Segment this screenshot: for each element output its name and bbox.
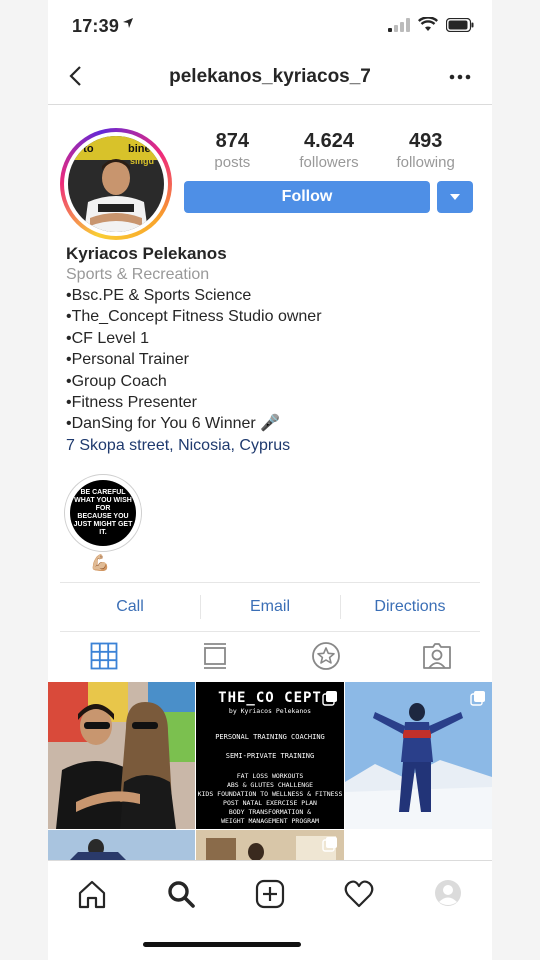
concept-line: BODY TRANSFORMATION & <box>228 808 312 816</box>
grid-icon <box>90 642 117 670</box>
profile-bio: Kyriacos Pelekanos Sports & Recreation •… <box>66 243 486 456</box>
multiple-photos-icon <box>322 691 337 706</box>
highlight-cover: BE CAREFUL WHAT YOU WISH FOR BECAUSE YOU… <box>70 480 136 546</box>
home-icon[interactable] <box>77 879 107 909</box>
story-highlight[interactable]: BE CAREFUL WHAT YOU WISH FOR BECAUSE YOU… <box>64 474 142 552</box>
bio-line: •DanSing for You 6 Winner 🎤 <box>66 415 281 433</box>
profile-tabs <box>48 630 492 682</box>
post-thumbnail[interactable] <box>48 682 195 829</box>
stat-value: 874 <box>215 130 250 152</box>
battery-icon <box>446 17 474 32</box>
wifi-icon <box>418 17 438 31</box>
profile-address-link[interactable]: 7 Skopa street, Nicosia, Cyprus <box>66 435 486 456</box>
tagged-icon <box>422 643 451 669</box>
avatar-text-2: bine <box>128 143 151 155</box>
caret-down-icon <box>450 194 460 200</box>
stat-label: posts <box>214 154 251 171</box>
bio-line: •Group Coach <box>66 372 167 390</box>
post-grid: THE_CO CEPT by Kyriacos Pelekanos PERSON… <box>48 682 492 862</box>
directions-button[interactable]: Directions <box>340 583 480 631</box>
highlight-text-line: BE CAREFUL <box>80 489 126 496</box>
email-button[interactable]: Email <box>200 583 340 631</box>
tab-grid[interactable] <box>48 630 159 682</box>
multiple-photos-icon <box>470 691 485 706</box>
stat-value: 4.624 <box>303 130 355 152</box>
bio-line: •The_Concept Fitness Studio owner <box>66 308 322 326</box>
profile-avatar-icon[interactable] <box>434 879 462 907</box>
location-arrow-icon <box>123 18 133 28</box>
search-icon[interactable] <box>166 879 196 909</box>
concept-line: PERSONAL TRAINING COACHING <box>215 733 325 741</box>
highlight-text-line: JUST MIGHT GET IT. <box>73 521 133 536</box>
stat-value: 493 <box>408 130 443 152</box>
new-post-icon[interactable] <box>255 879 285 909</box>
couple-photo <box>48 682 195 829</box>
concept-subtitle: by Kyriacos Pelekanos <box>228 707 312 715</box>
post-thumbnail[interactable]: THE_CO CEPT by Kyriacos Pelekanos PERSON… <box>196 682 344 829</box>
more-options-icon[interactable] <box>448 70 472 84</box>
stat-followers[interactable]: 4.624 followers <box>284 130 374 171</box>
activity-heart-icon[interactable] <box>344 879 374 909</box>
phone-screen: 17:39 pelekanos_kyriacos_7 y to bine sin… <box>48 0 492 960</box>
saved-icon <box>311 642 340 670</box>
tab-saved[interactable] <box>270 630 381 682</box>
navigation-bar: pelekanos_kyriacos_7 <box>48 52 492 105</box>
snow-photo <box>48 830 195 862</box>
avatar-text-3: singu <box>130 156 154 166</box>
bio-line: •Fitness Presenter <box>66 394 197 412</box>
profile-category: Sports & Recreation <box>66 266 210 283</box>
post-thumbnail[interactable] <box>196 830 344 862</box>
stat-following[interactable]: 493 following <box>381 130 471 171</box>
avatar-text-1: y to <box>74 143 94 155</box>
tab-tagged[interactable] <box>381 630 492 682</box>
concept-line: ABS & GLUTES CHALLENGE <box>226 781 314 789</box>
concept-line: POST NATAL EXERCISE PLAN <box>223 799 317 807</box>
bio-line: •Bsc.PE & Sports Science <box>66 287 252 304</box>
profile-avatar[interactable]: y to bine singu <box>60 128 172 240</box>
highlight-text-line: BECAUSE YOU <box>77 513 129 520</box>
suggested-dropdown-button[interactable] <box>437 181 473 213</box>
cellular-signal-icon <box>388 17 410 32</box>
avatar-photo: y to bine singu <box>68 136 164 232</box>
feed-icon <box>203 643 226 669</box>
stat-posts[interactable]: 874 posts <box>187 130 277 171</box>
tab-feed[interactable] <box>159 630 270 682</box>
contact-actions: Call Email Directions <box>60 582 480 632</box>
concept-line: KIDS FOUNDATION TO WELLNESS & FITNESS <box>197 790 343 798</box>
post-thumbnail[interactable] <box>48 830 195 862</box>
stat-label: following <box>396 154 455 171</box>
bio-line: •Personal Trainer <box>66 351 189 369</box>
follow-button[interactable]: Follow <box>184 181 430 213</box>
concept-line: FAT LOSS WORKOUTS <box>236 772 304 780</box>
status-time: 17:39 <box>72 16 120 36</box>
status-bar: 17:39 <box>48 0 492 52</box>
concept-line: SEMI-PRIVATE TRAINING <box>225 752 315 760</box>
call-button[interactable]: Call <box>60 583 200 631</box>
concept-line: WEIGHT MANAGEMENT PROGRAM <box>221 817 319 825</box>
bio-line: •CF Level 1 <box>66 329 149 347</box>
stat-label: followers <box>299 154 359 171</box>
post-thumbnail[interactable] <box>345 682 492 829</box>
multiple-photos-icon <box>322 837 337 852</box>
highlight-caption: 💪🏼 <box>90 555 110 572</box>
profile-stats: 874 posts 4.624 followers 493 following <box>184 130 474 171</box>
highlight-text-line: WHAT YOU WISH FOR <box>74 497 132 512</box>
profile-full-name: Kyriacos Pelekanos <box>66 244 227 263</box>
concept-list: FAT LOSS WORKOUTS ABS & GLUTES CHALLENGE… <box>196 772 344 826</box>
home-indicator <box>143 942 301 947</box>
profile-username-title: pelekanos_kyriacos_7 <box>169 66 371 87</box>
